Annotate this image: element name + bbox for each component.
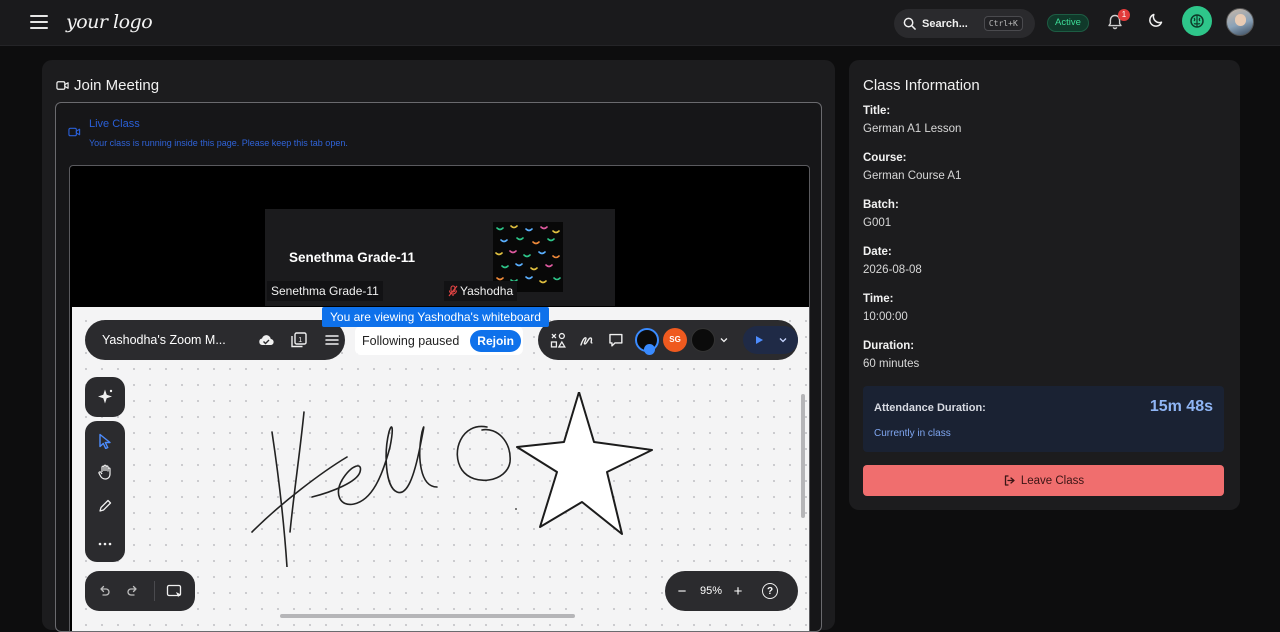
search-icon (903, 17, 916, 30)
title-label: Title: (863, 105, 891, 117)
play-icon (755, 336, 763, 344)
chevron-down-icon[interactable] (719, 335, 729, 345)
panel-title: Join Meeting (56, 77, 159, 94)
zoom-meeting-frame[interactable]: Senethma Grade-11 Senethma Grade-11 Yash… (69, 165, 810, 631)
video-camera-icon (68, 127, 81, 137)
logo[interactable]: your logo (66, 11, 153, 33)
zoom-out-button[interactable]: − (676, 583, 688, 600)
search-shortcut: Ctrl+K (983, 16, 1023, 31)
pages-icon[interactable]: 1 (290, 331, 308, 349)
whiteboard-canvas[interactable]: Yashodha's Zoom M... 1 Following paused … (72, 307, 809, 631)
ai-assist-button[interactable] (85, 377, 125, 417)
leave-class-button[interactable]: Leave Class (863, 465, 1224, 496)
whiteboard-tools (85, 421, 125, 562)
join-meeting-panel: Join Meeting Live Class Your class is ru… (42, 60, 835, 632)
top-navbar: your logo Search... Ctrl+K Active 1 (0, 0, 1280, 46)
self-avatar[interactable] (635, 328, 660, 355)
present-button[interactable] (742, 326, 799, 354)
following-status: Following paused (362, 333, 460, 348)
participant-name: Yashodha (460, 284, 514, 298)
minimap-icon[interactable] (166, 583, 184, 599)
logout-icon (1004, 475, 1015, 486)
more-icon (98, 542, 112, 546)
time-value: 10:00:00 (863, 311, 908, 323)
status-badge: Active (1047, 14, 1089, 32)
horizontal-scrollbar[interactable] (280, 614, 575, 618)
participant-gallery: Senethma Grade-11 Senethma Grade-11 Yash… (265, 209, 615, 306)
hand-tool[interactable] (95, 462, 115, 482)
svg-text:1: 1 (298, 337, 302, 344)
live-class-subtitle: Your class is running inside this page. … (89, 138, 348, 148)
zoom-in-button[interactable]: + (732, 583, 744, 600)
help-button[interactable]: ? (762, 583, 779, 599)
time-label: Time: (863, 293, 894, 305)
search-button[interactable]: Search... Ctrl+K (894, 9, 1035, 38)
whiteboard-collab-toolbar: SG (538, 320, 799, 360)
sparkle-icon (98, 389, 113, 404)
attendance-status: Currently in class (874, 428, 951, 439)
more-tools-button[interactable] (95, 534, 115, 554)
divider (154, 581, 155, 601)
whiteboard-drawing (251, 392, 653, 567)
history-toolbar (85, 571, 195, 611)
notification-count: 1 (1118, 9, 1130, 21)
whiteboard-top-toolbar: Yashodha's Zoom M... 1 (85, 320, 345, 360)
whiteboard-name[interactable]: Yashodha's Zoom M... (102, 333, 242, 347)
pen-icon (99, 499, 112, 512)
menu-icon[interactable] (323, 331, 341, 349)
brain-glyph-icon (1190, 14, 1204, 28)
date-label: Date: (863, 246, 892, 258)
video-camera-icon (56, 81, 69, 90)
viewing-whiteboard-banner: You are viewing Yashodha's whiteboard (322, 307, 549, 327)
vertical-scrollbar[interactable] (801, 394, 805, 518)
live-class-title: Live Class (89, 118, 140, 130)
participant-name-tag: Senethma Grade-11 (267, 281, 383, 301)
hand-icon (98, 464, 111, 480)
mic-off-icon (448, 285, 458, 297)
participant-name-tag: Yashodha (444, 281, 518, 301)
participant-avatar[interactable] (690, 328, 715, 352)
class-information-panel: Class Information Title: German A1 Lesso… (849, 60, 1240, 510)
meeting-container: Live Class Your class is running inside … (55, 102, 822, 632)
zoom-toolbar: − 95% + ? (665, 571, 798, 611)
attendance-card: Attendance Duration: 15m 48s Currently i… (863, 386, 1224, 452)
date-value: 2026-08-08 (863, 264, 922, 276)
draw-icon[interactable] (578, 331, 596, 349)
attendance-timer: 15m 48s (1149, 398, 1213, 415)
eye-icon (644, 344, 656, 355)
panel-title: Class Information (863, 77, 980, 94)
course-label: Course: (863, 152, 907, 164)
zoom-level[interactable]: 95% (700, 585, 722, 597)
shapes-magic-icon[interactable] (549, 331, 567, 349)
undo-icon[interactable] (97, 584, 111, 598)
brain-icon[interactable] (1182, 6, 1212, 36)
cloud-save-icon[interactable] (257, 331, 275, 349)
batch-label: Batch: (863, 199, 899, 211)
duration-label: Duration: (863, 340, 915, 352)
batch-value: G001 (863, 217, 892, 229)
panel-title-text: Join Meeting (74, 77, 160, 94)
chevron-down-icon[interactable] (778, 335, 788, 345)
leave-class-label: Leave Class (1020, 474, 1085, 487)
cursor-icon (99, 433, 111, 449)
menu-icon[interactable] (30, 15, 48, 29)
following-status-box: Following paused Rejoin (355, 326, 523, 355)
title-value: German A1 Lesson (863, 123, 962, 135)
moon-icon[interactable] (1147, 11, 1165, 29)
redo-icon[interactable] (126, 584, 140, 598)
participant-avatar[interactable]: SG (663, 328, 687, 352)
pen-tool[interactable] (95, 496, 115, 516)
attendance-label: Attendance Duration: (874, 402, 986, 414)
search-label: Search... (922, 17, 968, 30)
avatar[interactable] (1226, 8, 1254, 36)
rejoin-button[interactable]: Rejoin (470, 329, 521, 352)
course-value: German Course A1 (863, 170, 962, 182)
duration-value: 60 minutes (863, 358, 920, 370)
select-tool[interactable] (95, 431, 115, 451)
help-icon: ? (766, 585, 774, 597)
participant-display-name: Senethma Grade-11 (289, 250, 416, 265)
comment-icon[interactable] (607, 331, 625, 349)
